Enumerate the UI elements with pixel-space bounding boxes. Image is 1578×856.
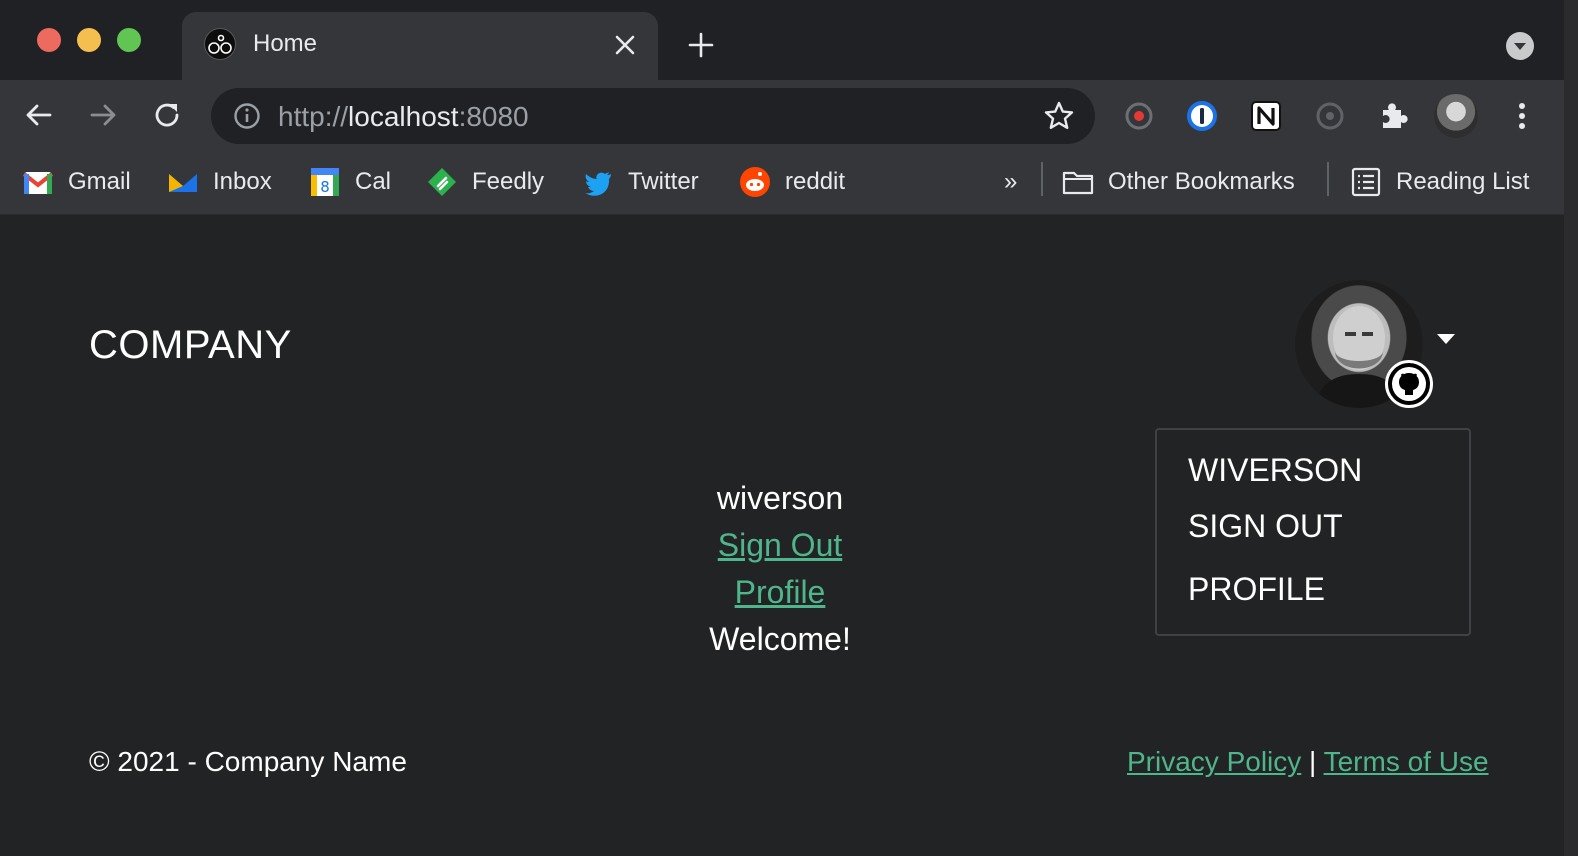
brand-logo[interactable]: COMPANY xyxy=(89,323,292,368)
username-text: wiverson xyxy=(716,480,844,516)
bookmark-label: reddit xyxy=(785,168,846,195)
tab-home[interactable]: Home xyxy=(182,12,658,80)
bookmark-inbox[interactable]: Inbox xyxy=(167,164,272,200)
info-icon[interactable] xyxy=(233,102,261,130)
bookmarks-bar: Gmail Inbox 8 Cal Feedly Twitter reddit … xyxy=(0,150,1564,215)
bookmark-reddit[interactable]: reddit xyxy=(739,164,845,200)
1password-extension-icon[interactable] xyxy=(1184,98,1220,134)
inbox-icon xyxy=(169,174,197,192)
dropdown-profile[interactable]: PROFILE xyxy=(1188,571,1325,608)
extensions-puzzle-icon[interactable] xyxy=(1375,98,1411,134)
tab-title: Home xyxy=(253,30,318,57)
close-window-button[interactable] xyxy=(37,28,61,52)
window-edge xyxy=(1564,0,1578,856)
bookmark-twitter[interactable]: Twitter xyxy=(582,164,699,200)
feedly-icon xyxy=(428,168,456,196)
terms-of-use-link[interactable]: Terms of Use xyxy=(1324,746,1489,777)
reading-list-icon xyxy=(1351,167,1381,197)
new-tab-icon[interactable] xyxy=(688,32,714,58)
github-icon xyxy=(1385,360,1433,408)
reading-list-label: Reading List xyxy=(1396,168,1530,195)
address-bar[interactable]: http://localhost:8080 xyxy=(211,88,1095,144)
bookmarks-divider xyxy=(1327,162,1329,196)
user-dropdown-menu: WIVERSON SIGN OUT PROFILE xyxy=(1155,428,1471,636)
notion-extension-icon[interactable] xyxy=(1248,98,1284,134)
calendar-icon: 8 xyxy=(311,168,339,196)
bookmark-feedly[interactable]: Feedly xyxy=(426,164,544,200)
gmail-icon xyxy=(22,172,54,194)
other-bookmarks-label: Other Bookmarks xyxy=(1108,168,1295,195)
chevron-down-icon[interactable] xyxy=(1436,333,1456,345)
bookmark-gmail[interactable]: Gmail xyxy=(22,164,131,200)
reddit-icon xyxy=(740,167,770,197)
tab-strip: Home xyxy=(0,0,1564,80)
url-port: :8080 xyxy=(458,101,529,132)
bookmark-label: Gmail xyxy=(68,168,131,195)
svg-text:8: 8 xyxy=(320,178,330,196)
footer-links: Privacy Policy | Terms of Use xyxy=(1127,746,1489,778)
browser-window: Home http://localhost:8080 Gmail Inbox 8… xyxy=(0,0,1564,856)
bookmark-label: Twitter xyxy=(628,168,699,195)
toolbar: http://localhost:8080 xyxy=(0,80,1564,150)
bookmark-label: Feedly xyxy=(472,168,545,195)
back-icon[interactable] xyxy=(22,98,56,132)
bookmarks-divider xyxy=(1041,162,1043,196)
main-content: wiverson Sign Out Profile Welcome! xyxy=(580,475,980,663)
forward-icon[interactable] xyxy=(86,98,120,132)
overflow-chevron-icon: » xyxy=(1004,168,1018,195)
footer-copyright: © 2021 - Company Name xyxy=(89,746,407,777)
welcome-text: Welcome! xyxy=(709,621,851,657)
profile-avatar[interactable] xyxy=(1434,94,1478,138)
dropdown-username: WIVERSON xyxy=(1188,452,1363,488)
web-page: COMPANY WIVERSON SIGN OUT PROFILE wivers… xyxy=(0,215,1564,856)
bookmark-label: Inbox xyxy=(213,168,272,195)
profile-link[interactable]: Profile xyxy=(735,574,826,610)
url-scheme: http:// xyxy=(278,101,349,132)
zoom-window-button[interactable] xyxy=(117,28,141,52)
other-bookmarks-folder[interactable]: Other Bookmarks xyxy=(1062,164,1295,200)
bookmark-star-icon[interactable] xyxy=(1043,100,1075,132)
bookmark-cal[interactable]: 8 Cal xyxy=(309,164,391,200)
url-host: localhost xyxy=(348,101,459,132)
bookmark-label: Cal xyxy=(355,168,392,195)
dropdown-sign-out[interactable]: SIGN OUT xyxy=(1188,508,1343,545)
twitter-icon xyxy=(585,172,611,196)
sign-out-link[interactable]: Sign Out xyxy=(718,527,843,563)
url-text[interactable]: http://localhost:8080 xyxy=(278,101,529,133)
screen-recorder-extension-icon[interactable] xyxy=(1121,98,1157,134)
close-icon[interactable] xyxy=(614,34,636,56)
reload-icon[interactable] xyxy=(150,98,184,132)
more-menu-icon[interactable] xyxy=(1504,98,1540,134)
bookmarks-overflow-button[interactable]: » xyxy=(1004,164,1017,200)
privacy-policy-link[interactable]: Privacy Policy xyxy=(1127,746,1301,777)
sync-extension-icon[interactable] xyxy=(1312,98,1348,134)
reading-list-button[interactable]: Reading List xyxy=(1350,164,1529,200)
tab-search-button[interactable] xyxy=(1506,32,1534,60)
minimize-window-button[interactable] xyxy=(77,28,101,52)
footer-separator: | xyxy=(1301,746,1324,777)
folder-icon xyxy=(1062,171,1094,195)
cyclist-logo-icon xyxy=(204,28,236,60)
chevron-down-icon xyxy=(1514,43,1526,50)
